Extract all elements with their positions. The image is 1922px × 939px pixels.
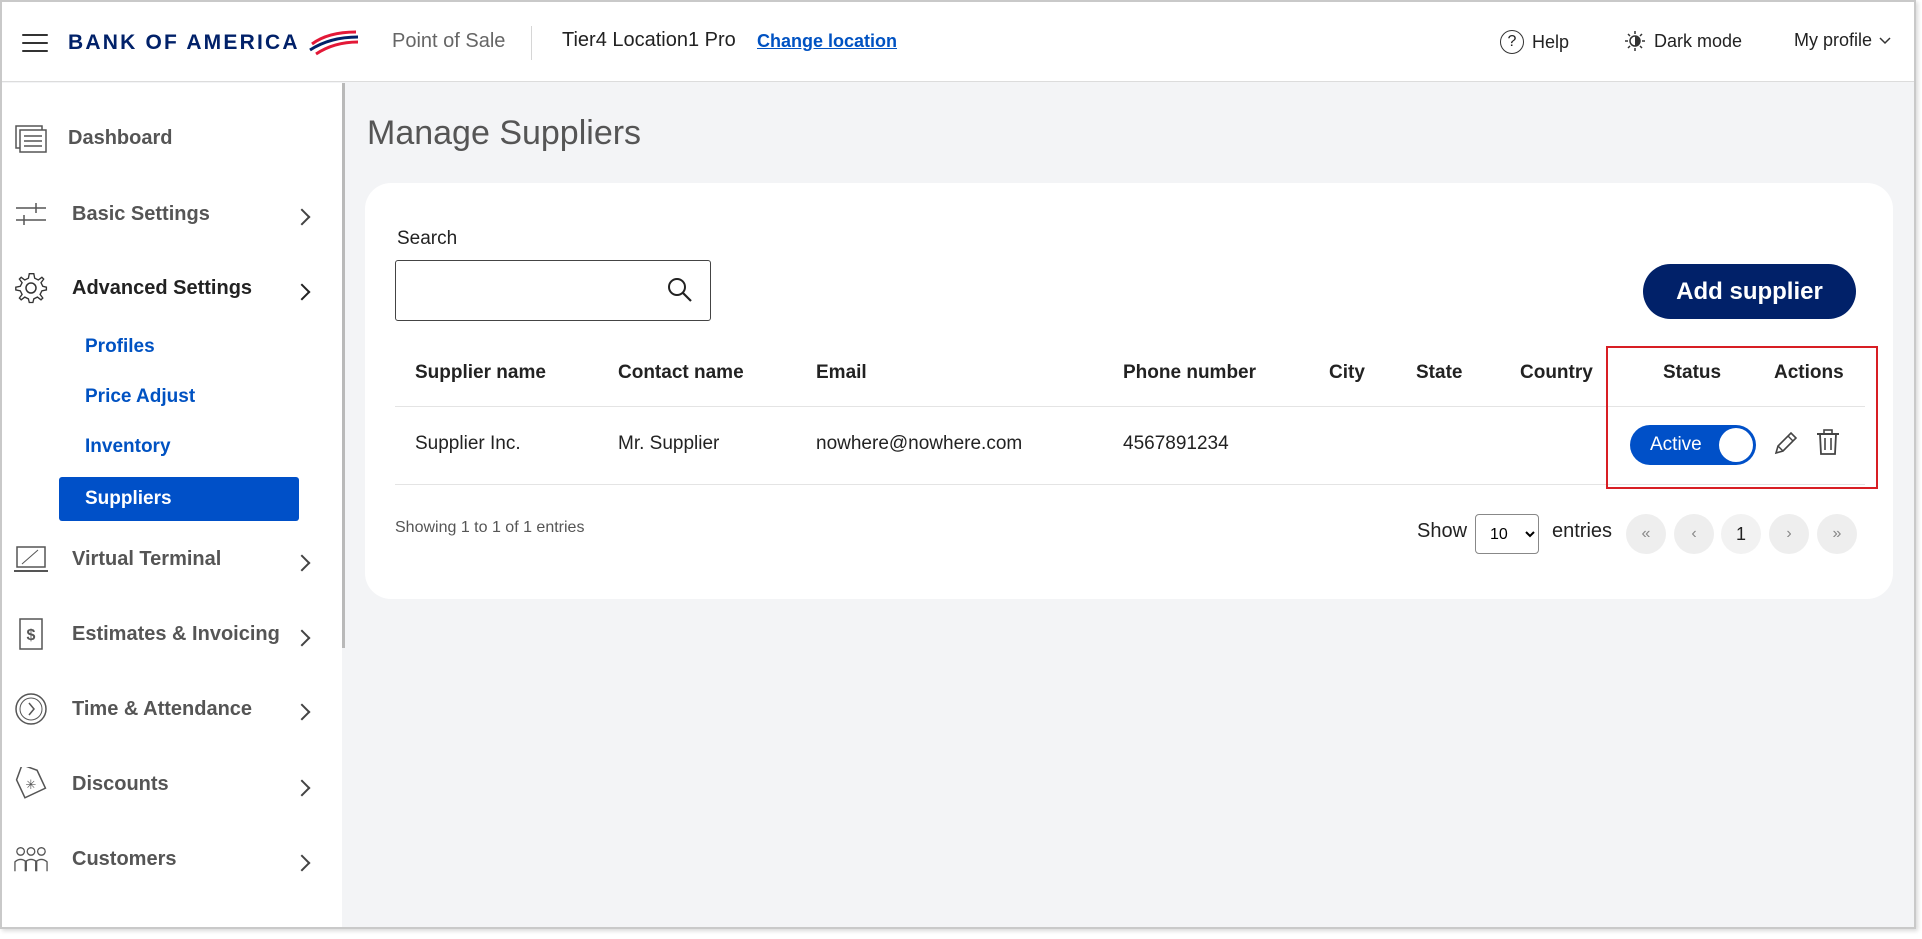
chevron-right-icon[interactable] — [293, 779, 311, 797]
location-name: Tier4 Location1 Pro — [562, 29, 736, 51]
dashboard-icon — [14, 122, 48, 154]
page-title: Manage Suppliers — [367, 114, 642, 152]
profile-menu[interactable]: My profile — [1794, 30, 1892, 51]
sidebar-item-label: Discounts — [72, 772, 169, 795]
profile-label: My profile — [1794, 30, 1873, 50]
sidebar-item-label: Dashboard — [68, 126, 173, 149]
sidebar-item-label: Estimates & Invoicing — [72, 622, 280, 645]
column-header[interactable]: Status — [1663, 362, 1721, 384]
pager-first-button[interactable]: « — [1626, 514, 1666, 554]
sidebar-item-customers[interactable]: Customers — [14, 843, 176, 875]
cell-email: nowhere@nowhere.com — [816, 433, 1023, 454]
sliders-icon — [14, 198, 48, 230]
top-header: BANK OF AMERICA Point of Sale Tier4 Loca… — [2, 2, 1914, 82]
page-size-select[interactable]: 10 — [1475, 514, 1539, 554]
column-header[interactable]: Country — [1520, 362, 1593, 384]
sidebar-item-time-attendance[interactable]: Time & Attendance — [14, 693, 252, 725]
change-location-link[interactable]: Change location — [757, 31, 897, 52]
brand-logo[interactable]: BANK OF AMERICA — [68, 30, 360, 56]
flag-icon — [308, 30, 358, 56]
chevron-right-icon[interactable] — [293, 283, 311, 301]
sidebar-subitem-suppliers[interactable]: Suppliers — [59, 477, 299, 521]
svg-text:$: $ — [27, 627, 36, 644]
chevron-right-icon[interactable] — [293, 629, 311, 647]
column-header[interactable]: Supplier name — [415, 362, 546, 384]
tag-icon: ✳ — [14, 767, 48, 800]
search-icon[interactable] — [667, 277, 693, 303]
column-header[interactable]: State — [1416, 362, 1462, 384]
pager-next-button[interactable]: › — [1769, 514, 1809, 554]
sun-icon — [1625, 31, 1645, 51]
table-divider — [395, 406, 1865, 407]
chevron-right-icon[interactable] — [293, 208, 311, 226]
pager-page-1[interactable]: 1 — [1721, 514, 1761, 554]
sidebar-item-dashboard[interactable]: Dashboard — [14, 122, 172, 154]
pager-prev-button[interactable]: ‹ — [1674, 514, 1714, 554]
edit-pencil-icon[interactable] — [1772, 429, 1800, 457]
trash-icon[interactable] — [1815, 428, 1841, 456]
app-name: Point of Sale — [392, 30, 506, 52]
chevron-right-icon[interactable] — [293, 554, 311, 572]
laptop-icon — [14, 543, 48, 575]
gear-icon — [14, 272, 48, 304]
search-box[interactable] — [395, 260, 711, 321]
svg-text:✳: ✳ — [26, 778, 37, 793]
chevron-down-icon — [1879, 36, 1891, 44]
cell-supplier-name: Supplier Inc. — [415, 433, 521, 454]
cell-phone: 4567891234 — [1123, 433, 1229, 454]
cell-contact-name: Mr. Supplier — [618, 433, 720, 454]
chevron-right-icon[interactable] — [293, 703, 311, 721]
help-button[interactable]: ? Help — [1500, 30, 1569, 54]
column-header[interactable]: City — [1329, 362, 1365, 384]
sidebar-item-label: Virtual Terminal — [72, 547, 222, 570]
menu-icon[interactable] — [22, 34, 48, 52]
sidebar-item-label: Time & Attendance — [72, 697, 253, 720]
showing-entries-text: Showing 1 to 1 of 1 entries — [395, 519, 585, 536]
dark-mode-toggle[interactable]: Dark mode — [1624, 30, 1742, 52]
people-icon — [14, 843, 48, 875]
add-supplier-button[interactable]: Add supplier — [1643, 264, 1856, 319]
search-input[interactable] — [406, 273, 666, 307]
suppliers-card: Search Add supplier Supplier name Contac… — [365, 183, 1893, 599]
column-header[interactable]: Email — [816, 362, 867, 384]
sidebar-subitem-price-adjust[interactable]: Price Adjust — [85, 386, 195, 408]
column-header[interactable]: Phone number — [1123, 362, 1256, 384]
app-window: BANK OF AMERICA Point of Sale Tier4 Loca… — [0, 0, 1916, 929]
sidebar-subitem-inventory[interactable]: Inventory — [85, 436, 171, 458]
toggle-knob — [1719, 428, 1753, 462]
show-label: Show — [1417, 520, 1468, 542]
entries-label: entries — [1552, 520, 1613, 542]
sidebar: Dashboard Basic Settings Advanced Settin… — [2, 83, 342, 927]
sidebar-subitem-profiles[interactable]: Profiles — [85, 336, 155, 358]
help-icon: ? — [1500, 30, 1524, 54]
sidebar-item-label: Basic Settings — [72, 202, 210, 225]
search-label: Search — [397, 228, 458, 249]
sidebar-item-discounts[interactable]: ✳ Discounts — [14, 767, 169, 800]
sidebar-item-estimates-invoicing[interactable]: $ Estimates & Invoicing — [14, 618, 280, 650]
clock-icon — [14, 693, 48, 725]
brand-name: BANK OF AMERICA — [68, 31, 300, 54]
status-toggle[interactable]: Active — [1630, 425, 1756, 465]
table-divider — [395, 484, 1865, 485]
sidebar-item-label: Advanced Settings — [72, 276, 253, 299]
sidebar-item-virtual-terminal[interactable]: Virtual Terminal — [14, 543, 221, 575]
invoice-dollar-icon: $ — [14, 618, 48, 650]
sidebar-scrollbar[interactable] — [342, 83, 345, 648]
help-label: Help — [1532, 31, 1570, 52]
dark-mode-label: Dark mode — [1654, 30, 1743, 51]
sidebar-item-label: Customers — [72, 847, 177, 870]
column-header[interactable]: Contact name — [618, 362, 744, 384]
sidebar-item-advanced-settings[interactable]: Advanced Settings — [14, 272, 252, 304]
sidebar-item-basic-settings[interactable]: Basic Settings — [14, 198, 210, 230]
chevron-right-icon[interactable] — [293, 854, 311, 872]
pager-last-button[interactable]: » — [1817, 514, 1857, 554]
header-divider — [531, 26, 532, 60]
status-label: Active — [1650, 434, 1702, 455]
column-header: Actions — [1774, 362, 1844, 383]
